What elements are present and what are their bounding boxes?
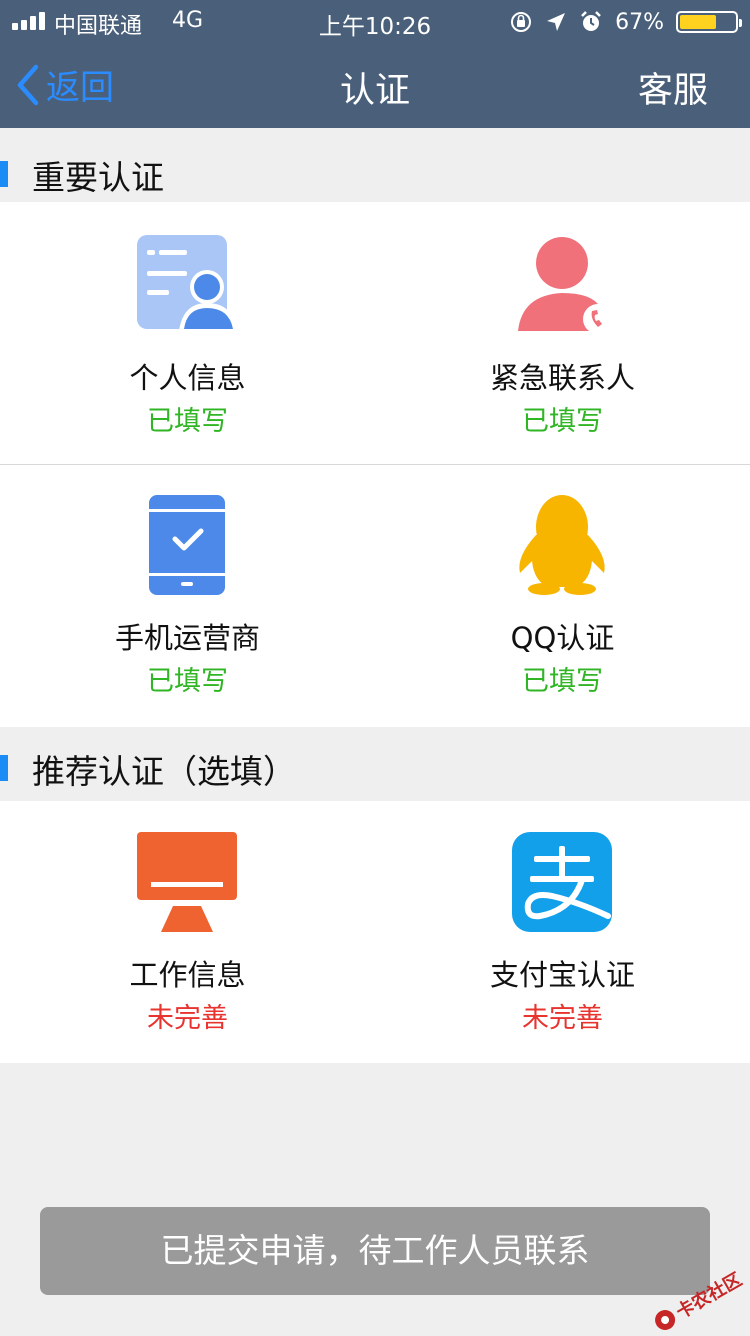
section-header-important: 重要认证 bbox=[0, 133, 750, 207]
verify-item-status: 已填写 bbox=[147, 406, 228, 437]
verify-item-alipay[interactable]: 支付宝认证 未完善 bbox=[375, 832, 750, 1034]
verify-item-status: 未完善 bbox=[522, 1003, 603, 1034]
verify-item-status: 已填写 bbox=[522, 406, 603, 437]
location-icon bbox=[547, 13, 566, 31]
verify-item-label: 个人信息 bbox=[129, 361, 246, 395]
submission-toast: 已提交申请，待工作人员联系 bbox=[40, 1207, 710, 1295]
customer-service-button[interactable]: 客服 bbox=[638, 62, 708, 113]
verify-item-qq[interactable]: QQ认证 已填写 bbox=[375, 495, 750, 697]
section-header-recommended: 推荐认证（选填） bbox=[0, 727, 750, 801]
recommended-verification-panel: 工作信息 未完善 支付宝认证 未完善 bbox=[0, 801, 750, 1063]
status-right-group: 67% bbox=[509, 7, 742, 37]
verify-item-work-info[interactable]: 工作信息 未完善 bbox=[0, 832, 375, 1034]
important-verification-panel: 个人信息 已填写 紧急联系人 已填写 手机运营商 已填写 QQ认证 已填写 bbox=[0, 202, 750, 727]
alipay-icon bbox=[512, 832, 612, 932]
alarm-icon bbox=[581, 11, 601, 31]
row-divider bbox=[0, 464, 750, 465]
verify-item-label: 紧急联系人 bbox=[489, 361, 635, 395]
verify-item-status: 已填写 bbox=[522, 666, 603, 697]
navigation-bar: 返回 认证 客服 bbox=[0, 42, 750, 128]
section-accent-bar bbox=[0, 161, 8, 187]
battery-percent: 67% bbox=[615, 9, 664, 35]
work-monitor-icon bbox=[137, 832, 237, 932]
section-accent-bar bbox=[0, 755, 8, 781]
verify-item-label: 工作信息 bbox=[129, 958, 246, 992]
top-bar: 中国联通 4G 上午10:26 67% 返回 认证 客服 bbox=[0, 0, 750, 128]
qq-penguin-icon bbox=[519, 495, 605, 595]
verify-item-label: 支付宝认证 bbox=[489, 958, 635, 992]
verify-item-emergency-contact[interactable]: 紧急联系人 已填写 bbox=[375, 235, 750, 437]
verify-item-personal-info[interactable]: 个人信息 已填写 bbox=[0, 235, 375, 437]
id-card-icon bbox=[137, 235, 237, 331]
status-bar: 中国联通 4G 上午10:26 67% bbox=[0, 0, 750, 42]
contact-phone-icon bbox=[518, 237, 612, 334]
phone-verified-icon bbox=[149, 495, 225, 595]
verify-item-label: 手机运营商 bbox=[114, 621, 260, 655]
section-title: 推荐认证（选填） bbox=[32, 752, 296, 791]
battery-icon bbox=[676, 11, 742, 33]
verify-item-status: 未完善 bbox=[147, 1003, 228, 1034]
section-title: 重要认证 bbox=[32, 158, 164, 197]
verify-item-status: 已填写 bbox=[147, 666, 228, 697]
orientation-lock-icon bbox=[511, 12, 532, 32]
watermark-logo-icon bbox=[651, 1306, 679, 1334]
verify-item-mobile-carrier[interactable]: 手机运营商 已填写 bbox=[0, 495, 375, 697]
verify-item-label: QQ认证 bbox=[510, 621, 615, 655]
battery-fill bbox=[680, 15, 716, 29]
